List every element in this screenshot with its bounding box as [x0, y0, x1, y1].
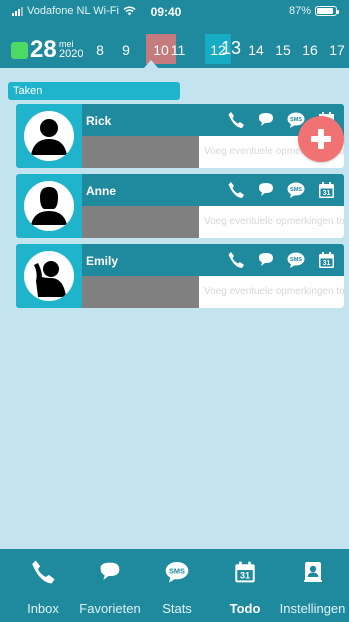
header: Vodafone NL Wi-Fi 09:40 87% 28 mei 2020 … — [0, 0, 349, 68]
calendar-icon[interactable]: 31 — [316, 250, 336, 270]
avatar[interactable] — [24, 111, 74, 161]
day-11[interactable]: 11 — [167, 41, 189, 59]
contact-card-icon — [300, 559, 326, 585]
day-17[interactable]: 17 — [326, 41, 348, 59]
tab-stats-label: Stats — [162, 601, 192, 616]
day-9[interactable]: 9 — [115, 41, 137, 59]
date-strip[interactable]: 28 mei 2020 8 9 10 11 12 13 14 15 16 17 — [0, 34, 349, 64]
person-female-icon — [24, 181, 74, 231]
note-field[interactable]: Voeg eventuele opmerkingen toe — [199, 206, 344, 238]
sms-icon[interactable]: SMS — [286, 180, 306, 200]
status-bar: Vodafone NL Wi-Fi 09:40 87% — [0, 0, 349, 20]
contact-card-anne[interactable]: Anne SMS 31 Voeg eventuele opmerkingen t… — [16, 174, 344, 238]
tab-instellingen[interactable]: Instellingen — [276, 549, 349, 622]
tab-favorieten[interactable]: Favorieten — [75, 549, 145, 622]
section-label: Taken — [8, 82, 180, 100]
person-waving-icon — [24, 251, 74, 301]
plus-icon — [311, 129, 331, 149]
tab-inbox-label: Inbox — [27, 601, 59, 616]
sms-icon-label: SMS — [169, 567, 185, 576]
tab-todo[interactable]: 31 Todo — [220, 549, 270, 622]
day-15[interactable]: 15 — [272, 41, 294, 59]
today-indicator — [11, 42, 28, 59]
tab-bar: Inbox Favorieten SMS Stats 31 Todo Inste… — [0, 549, 349, 622]
today-day[interactable]: 28 — [30, 37, 57, 63]
tab-favorieten-label: Favorieten — [79, 601, 141, 616]
add-button[interactable] — [298, 116, 344, 162]
battery-fill — [317, 8, 333, 14]
sms-icon-label: SMS — [290, 187, 302, 193]
phone-icon — [30, 559, 56, 585]
tab-inbox[interactable]: Inbox — [18, 549, 68, 622]
battery-percent: 87% — [288, 5, 311, 17]
note-field[interactable]: Voeg eventuele opmerkingen toe — [199, 276, 344, 308]
avatar[interactable] — [24, 181, 74, 231]
calendar-icon: 31 — [232, 559, 258, 585]
sms-icon-label: SMS — [290, 257, 302, 263]
calendar-icon-day: 31 — [322, 260, 330, 267]
phone-icon[interactable] — [226, 180, 246, 200]
tab-todo-label: Todo — [229, 601, 261, 616]
battery-icon — [315, 6, 339, 16]
phone-icon[interactable] — [226, 250, 246, 270]
contact-card-emily[interactable]: Emily SMS 31 Voeg eventuele opmerkingen … — [16, 244, 344, 308]
sms-icon[interactable]: SMS — [286, 250, 306, 270]
calendar-icon[interactable]: 31 — [316, 180, 336, 200]
contact-card-rick[interactable]: Rick SMS 31 Voeg eventuele opmerkingen t… — [16, 104, 344, 168]
chat-bubble-icon[interactable] — [256, 250, 276, 270]
carrier-label: Vodafone NL Wi-Fi — [27, 5, 119, 17]
clock: 09:40 — [150, 5, 182, 19]
day-13[interactable]: 13 — [220, 39, 242, 57]
tab-stats[interactable]: SMS Stats — [152, 549, 202, 622]
day-8[interactable]: 8 — [89, 41, 111, 59]
chat-bubble-icon — [97, 559, 123, 585]
chat-bubble-icon[interactable] — [256, 180, 276, 200]
contact-name: Anne — [86, 184, 116, 198]
wifi-icon — [123, 6, 136, 16]
day-14[interactable]: 14 — [245, 41, 267, 59]
signal-icon — [12, 6, 23, 16]
contact-name: Emily — [86, 254, 119, 268]
calendar-icon-day: 31 — [322, 190, 330, 197]
contact-info-box — [82, 136, 199, 168]
selected-day-caret — [144, 60, 158, 68]
calendar-icon-day: 31 — [240, 571, 250, 581]
contact-info-box — [82, 206, 199, 238]
avatar[interactable] — [24, 251, 74, 301]
contact-info-box — [82, 276, 199, 308]
day-16[interactable]: 16 — [299, 41, 321, 59]
contact-name: Rick — [86, 114, 112, 128]
tab-instellingen-label: Instellingen — [279, 601, 346, 616]
today-year: 2020 — [59, 48, 84, 60]
phone-icon[interactable] — [226, 110, 246, 130]
sms-icon: SMS — [164, 559, 190, 585]
chat-bubble-icon[interactable] — [256, 110, 276, 130]
sms-icon-label: SMS — [290, 117, 302, 123]
person-male-icon — [24, 111, 74, 161]
